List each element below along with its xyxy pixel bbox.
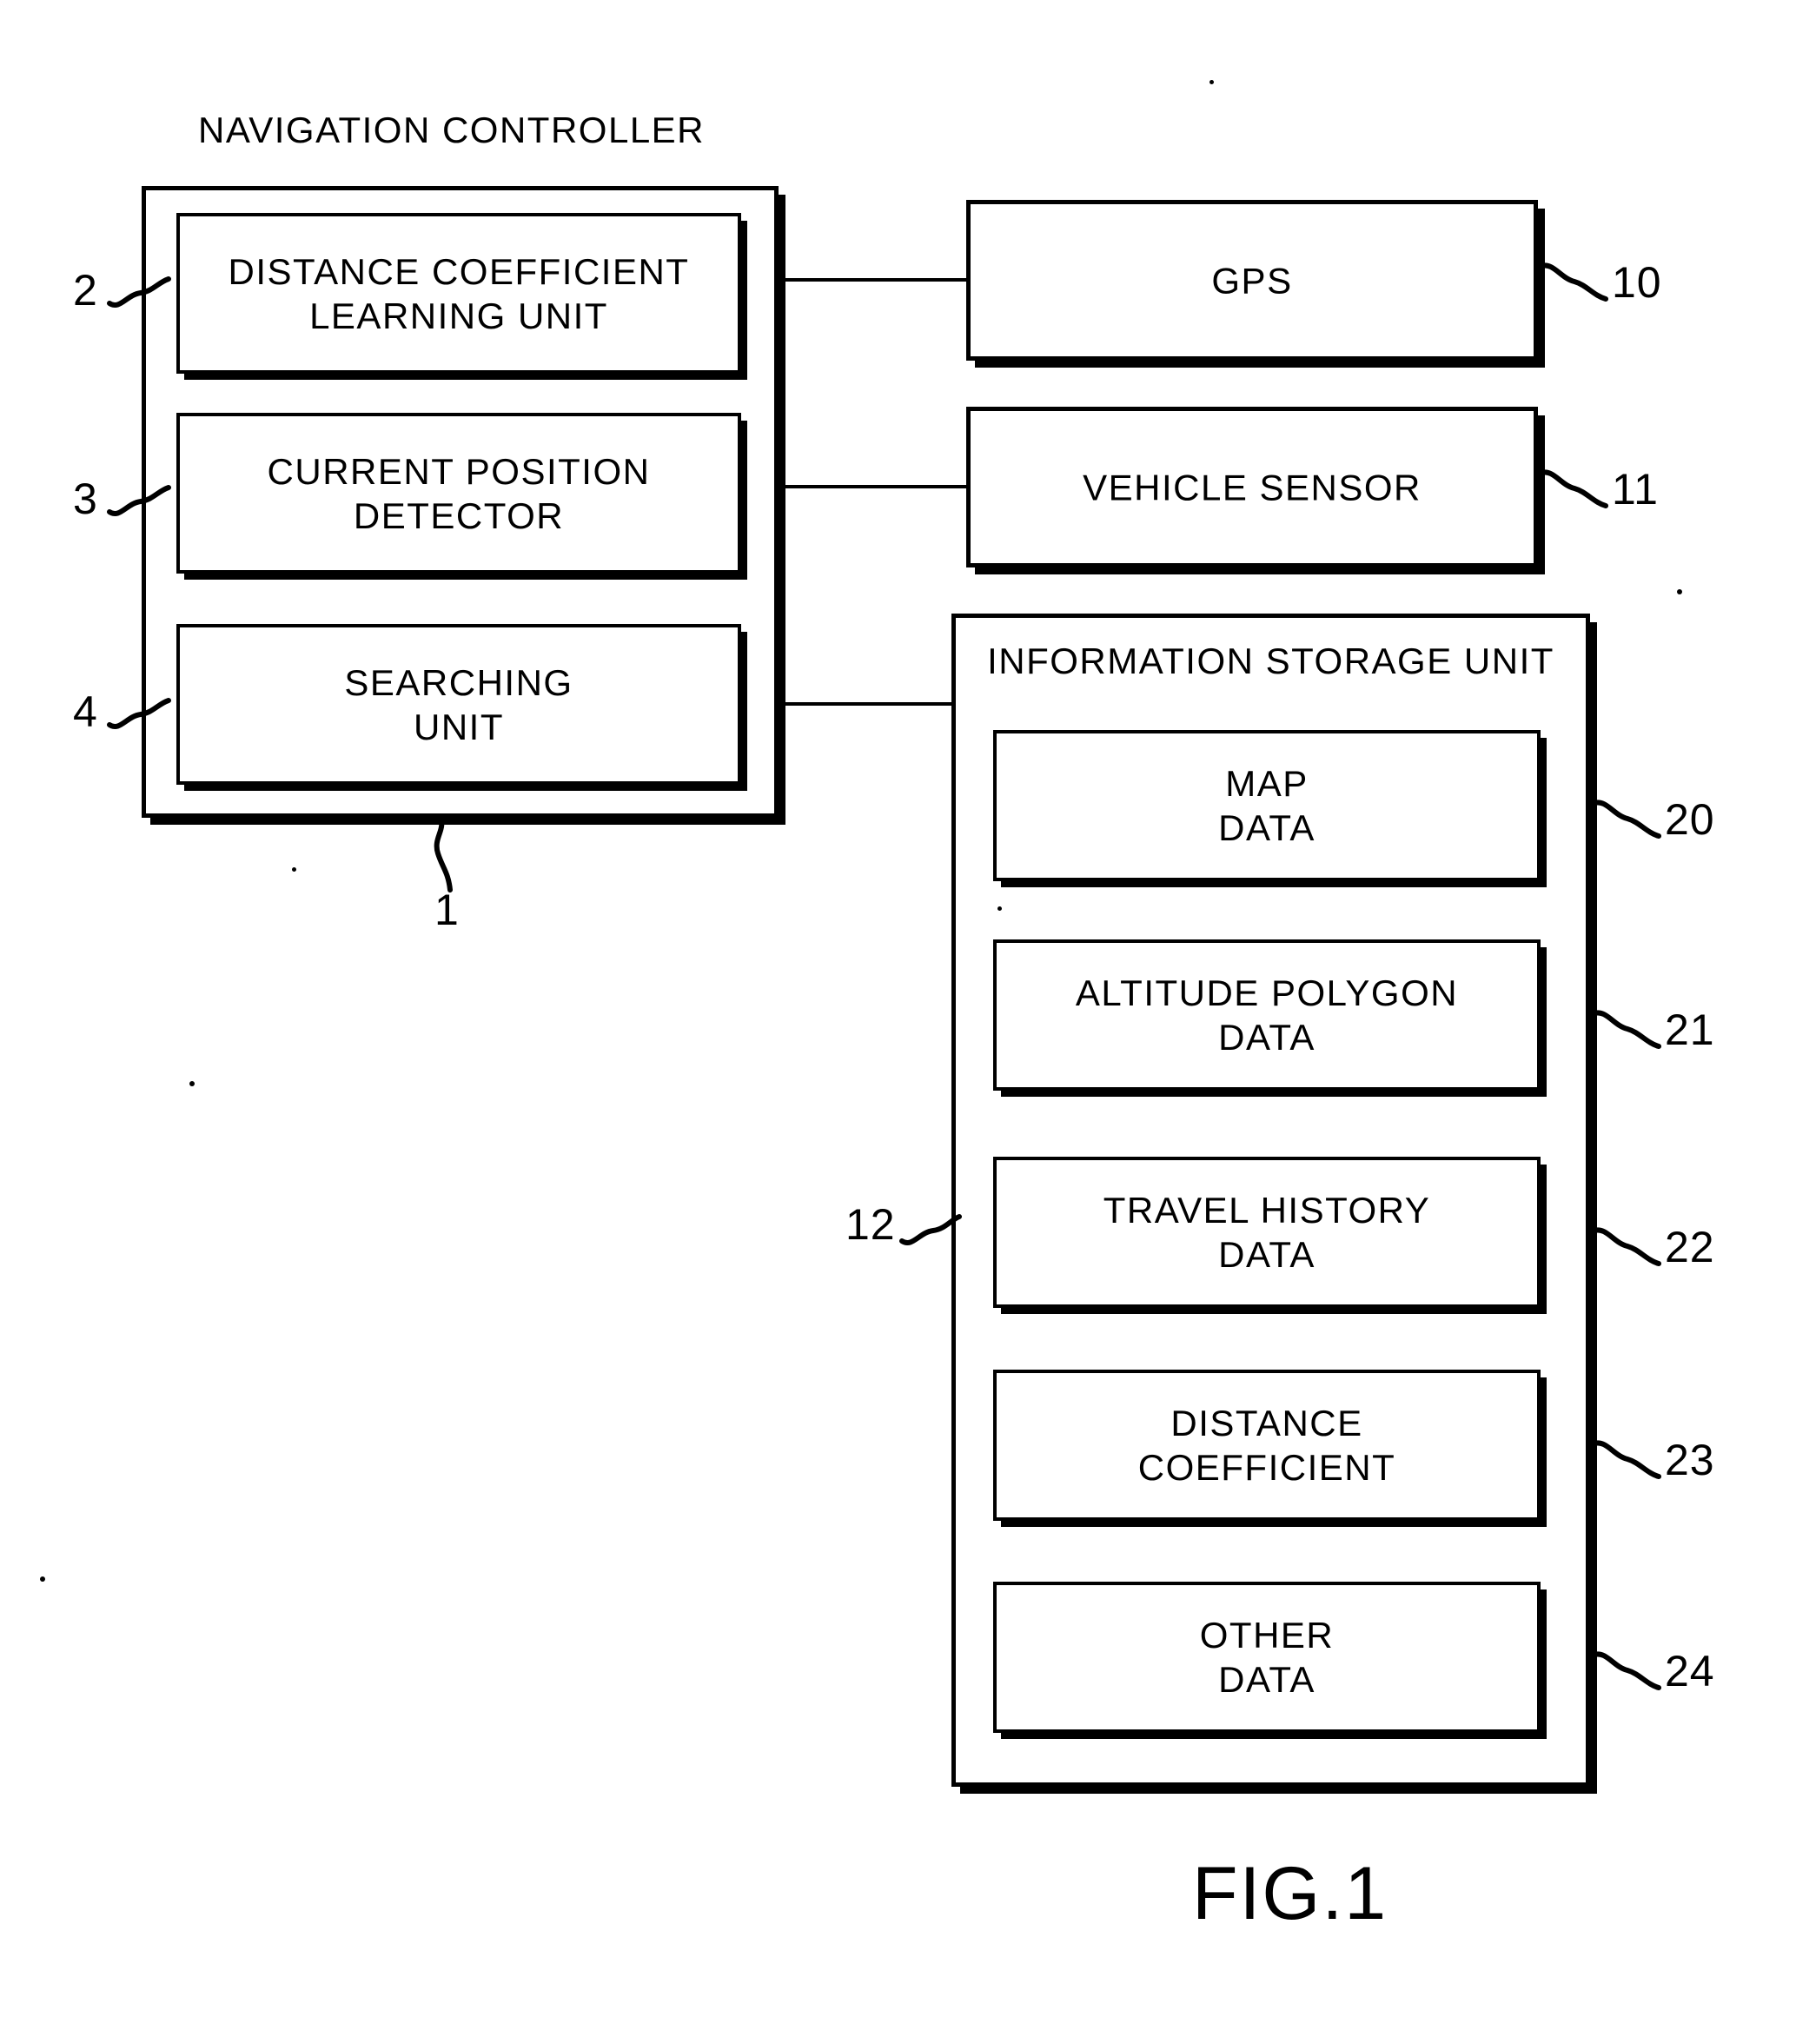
travel-history-data-box: TRAVEL HISTORY DATA <box>993 1157 1541 1308</box>
gps-label: GPS <box>1211 259 1293 301</box>
reference-numeral-24: 24 <box>1665 1647 1715 1696</box>
travel-history-data-label: TRAVEL HISTORY DATA <box>1103 1189 1431 1275</box>
vehicle-sensor-label: VEHICLE SENSOR <box>1083 466 1422 508</box>
information-storage-unit-title: INFORMATION STORAGE UNIT <box>987 640 1554 681</box>
other-data-box: OTHER DATA <box>993 1582 1541 1733</box>
altitude-polygon-data-box: ALTITUDE POLYGON DATA <box>993 939 1541 1091</box>
reference-numeral-10: 10 <box>1612 258 1662 307</box>
leader-line-3 <box>107 485 171 516</box>
reference-numeral-2: 2 <box>73 266 98 315</box>
scan-speck <box>292 867 296 872</box>
reference-numeral-11: 11 <box>1612 465 1659 514</box>
other-data-label: OTHER DATA <box>1199 1614 1335 1700</box>
map-data-box: MAP DATA <box>993 730 1541 881</box>
reference-numeral-23: 23 <box>1665 1436 1715 1484</box>
current-position-detector-label: CURRENT POSITION DETECTOR <box>267 450 651 536</box>
leader-line-4 <box>107 698 171 729</box>
leader-line-20 <box>1592 800 1661 839</box>
navigation-controller-title: NAVIGATION CONTROLLER <box>198 110 706 150</box>
reference-numeral-20: 20 <box>1665 795 1715 844</box>
leader-line-22 <box>1592 1227 1661 1266</box>
altitude-polygon-data-label: ALTITUDE POLYGON DATA <box>1075 972 1459 1058</box>
vehicle-sensor-box: VEHICLE SENSOR <box>966 407 1538 567</box>
connector-navcontroller-to-gps <box>776 278 969 282</box>
leader-line-11 <box>1539 469 1608 508</box>
reference-numeral-3: 3 <box>73 474 98 523</box>
patent-figure-sheet: NAVIGATION CONTROLLER DISTANCE COEFFICIE… <box>0 0 1796 2044</box>
distance-coefficient-data-label: DISTANCE COEFFICIENT <box>1137 1402 1396 1488</box>
scan-speck <box>1209 80 1214 84</box>
distance-coefficient-learning-unit-box: DISTANCE COEFFICIENT LEARNING UNIT <box>176 213 741 374</box>
reference-numeral-1: 1 <box>434 886 460 934</box>
leader-line-10 <box>1539 262 1608 302</box>
searching-unit-label: SEARCHING UNIT <box>344 661 573 747</box>
distance-coefficient-learning-unit-label: DISTANCE COEFFICIENT LEARNING UNIT <box>228 250 690 336</box>
leader-line-23 <box>1592 1440 1661 1479</box>
current-position-detector-box: CURRENT POSITION DETECTOR <box>176 413 741 574</box>
leader-line-1 <box>434 814 453 893</box>
reference-numeral-21: 21 <box>1665 1005 1715 1054</box>
searching-unit-box: SEARCHING UNIT <box>176 624 741 785</box>
scan-speck <box>997 906 1002 911</box>
reference-numeral-12: 12 <box>845 1200 896 1249</box>
scan-speck <box>40 1576 45 1582</box>
gps-box: GPS <box>966 200 1538 361</box>
figure-number: FIG.1 <box>1192 1852 1388 1935</box>
leader-line-21 <box>1592 1010 1661 1049</box>
leader-line-2 <box>107 276 171 308</box>
connector-navcontroller-to-information-storage-unit <box>776 702 954 706</box>
reference-numeral-22: 22 <box>1665 1223 1715 1271</box>
connector-navcontroller-to-vehicle-sensor <box>776 485 969 488</box>
map-data-label: MAP DATA <box>1218 762 1316 848</box>
scan-speck <box>189 1081 195 1086</box>
leader-line-12 <box>899 1214 962 1245</box>
scan-speck <box>1677 589 1682 594</box>
leader-line-24 <box>1592 1651 1661 1690</box>
reference-numeral-4: 4 <box>73 687 98 736</box>
distance-coefficient-data-box: DISTANCE COEFFICIENT <box>993 1370 1541 1521</box>
